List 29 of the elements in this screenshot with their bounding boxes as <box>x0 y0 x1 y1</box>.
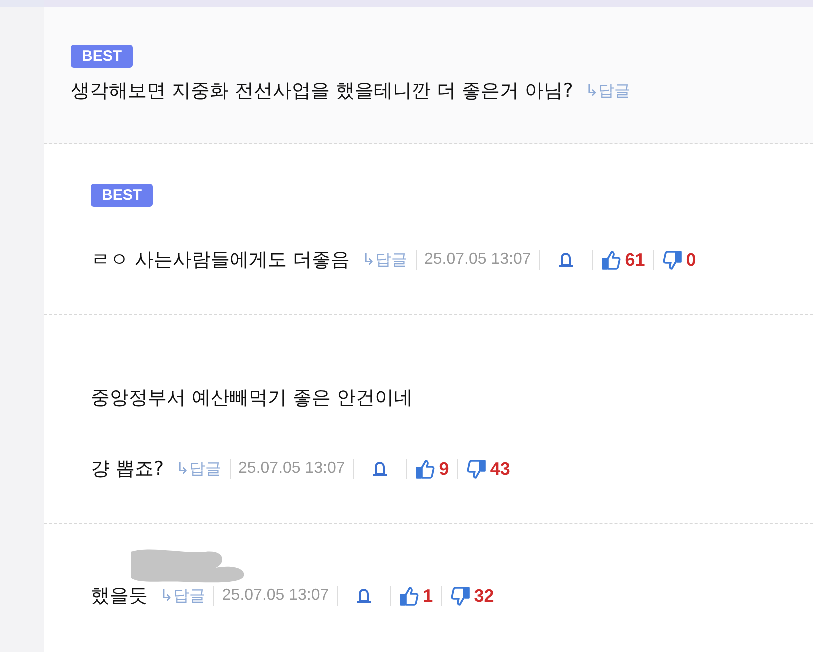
dislike-count: 32 <box>474 586 494 606</box>
thumbs-down-icon[interactable] <box>466 458 488 480</box>
dislike-count: 43 <box>490 458 510 480</box>
comment-text: 생각해보면 지중화 전선사업을 했을테니깐 더 좋은거 아님? <box>71 79 574 104</box>
thumbs-up-icon[interactable] <box>399 586 420 606</box>
dislike-count: 0 <box>686 250 696 270</box>
thumbs-up-icon[interactable] <box>601 250 622 270</box>
best-badge: BEST <box>71 45 134 68</box>
timestamp: 25.07.05 13:07 <box>424 251 532 269</box>
comment-text: 중앙정부서 예산빼먹기 좋은 안건이네 <box>91 386 414 411</box>
best-badge: BEST <box>91 184 154 207</box>
like-count: 9 <box>439 458 450 480</box>
comment-text: 했을듯 <box>91 584 148 609</box>
timestamp: 25.07.05 13:07 <box>222 587 330 605</box>
report-icon[interactable] <box>356 588 372 604</box>
comment-text: ㄹㅇ 사는사람들에게도 더좋음 <box>91 248 350 273</box>
report-icon[interactable] <box>558 252 574 268</box>
like-count: 61 <box>625 250 646 270</box>
thumbs-down-icon[interactable] <box>450 586 472 606</box>
reply-link[interactable]: ↳답글 <box>362 250 408 270</box>
reply-link[interactable]: ↳답글 <box>160 586 206 606</box>
timestamp: 25.07.05 13:07 <box>238 460 346 478</box>
report-icon[interactable] <box>372 461 388 477</box>
comment-text: 걍 뽑죠? <box>91 457 164 482</box>
thumbs-up-icon[interactable] <box>415 458 436 480</box>
like-count: 1 <box>423 586 434 606</box>
thumbs-down-icon[interactable] <box>662 250 684 270</box>
reply-link[interactable]: ↳답글 <box>176 458 222 480</box>
reply-link[interactable]: ↳답글 <box>585 80 631 102</box>
